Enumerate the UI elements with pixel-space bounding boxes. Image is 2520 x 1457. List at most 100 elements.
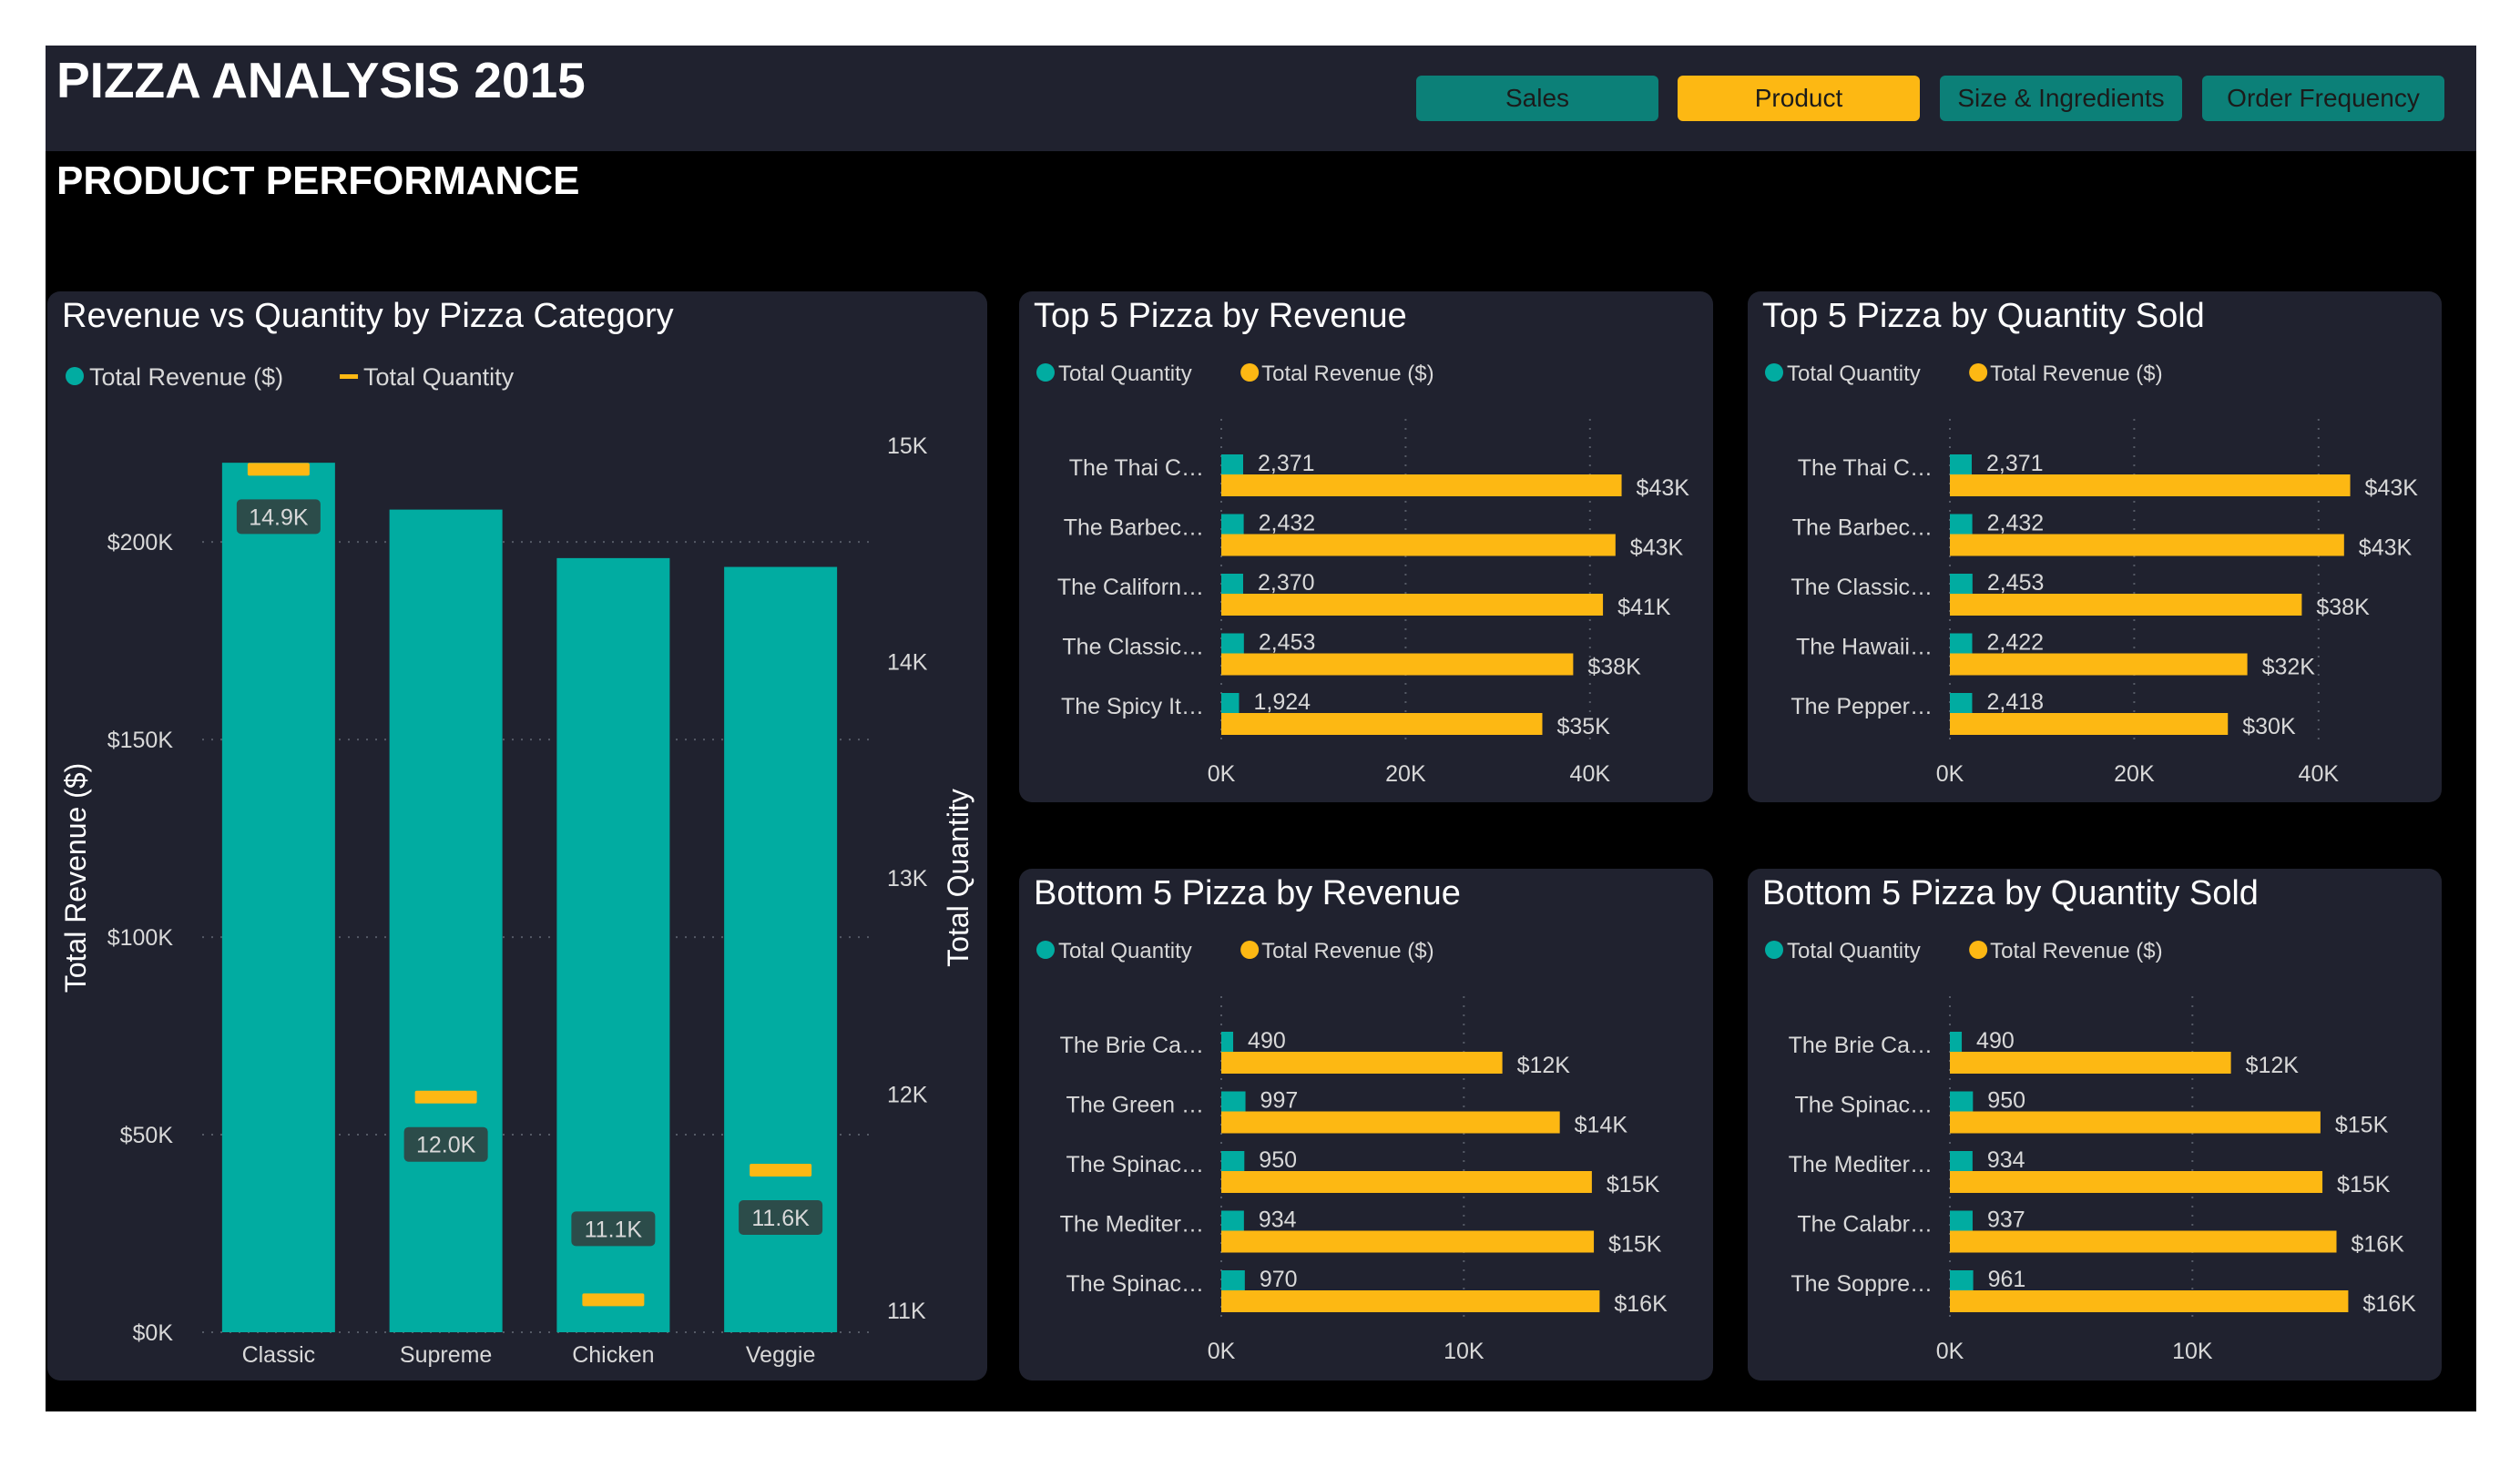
legend-revenue-label: Total Revenue ($)	[1261, 939, 1433, 963]
x-tick-label: 0K	[1936, 1339, 1964, 1364]
revenue-bar	[1221, 534, 1616, 556]
revenue-bar	[1950, 474, 2351, 496]
revenue-bar	[1950, 594, 2302, 616]
category-label: The Spinac…	[1066, 1152, 1204, 1177]
x-tick-label: 10K	[2172, 1339, 2213, 1364]
quantity-bar	[1950, 1151, 1973, 1171]
revenue-bar	[1221, 1171, 1592, 1193]
app-title: PIZZA ANALYSIS 2015	[56, 52, 586, 108]
quantity-bar	[1221, 1210, 1244, 1231]
quantity-data-label: 937	[1987, 1207, 2025, 1233]
nav-sales-button[interactable]: Sales	[1416, 76, 1658, 121]
quantity-data-label: 961	[1988, 1267, 2026, 1292]
revenue-bar	[1950, 1052, 2231, 1074]
quantity-bar	[1221, 1091, 1246, 1112]
top-revenue-chart: Total Quantity Total Revenue ($) 0K 20K 40K T…	[1036, 362, 1689, 787]
quantity-data-label: 934	[1987, 1147, 2025, 1173]
revenue-data-label: $38K	[2316, 595, 2370, 620]
y2-tick-label: 14K	[887, 649, 928, 675]
revenue-bar	[1221, 713, 1543, 735]
quantity-data-label: 2,422	[1987, 630, 2045, 656]
quantity-data-label: 12.0K	[416, 1133, 476, 1158]
quantity-data-label: 950	[1259, 1147, 1297, 1173]
y2-tick-label: 15K	[887, 433, 928, 459]
category-label: The Classic…	[1062, 635, 1204, 660]
legend-revenue-label: Total Revenue ($)	[1261, 362, 1433, 386]
quantity-data-label: 490	[1248, 1028, 1286, 1054]
x-tick-label: 20K	[1385, 761, 1426, 787]
header-bar: PIZZA ANALYSIS 2015 Sales Product Size &…	[46, 46, 2476, 151]
revenue-bar	[1221, 594, 1604, 616]
revenue-bar	[1950, 1230, 2337, 1253]
top-quantity-panel: Top 5 Pizza by Quantity Sold Total Quant…	[1748, 291, 2442, 802]
legend-quantity-label: Total Quantity	[1058, 362, 1192, 386]
x-tick-label: Chicken	[572, 1342, 654, 1368]
quantity-bar	[1950, 1091, 1974, 1112]
x-tick-label: Veggie	[746, 1342, 815, 1368]
y-tick-label: $200K	[107, 530, 174, 555]
legend-quantity-swatch	[1765, 941, 1783, 959]
revenue-data-label: $43K	[2365, 475, 2419, 501]
revenue-data-label: $12K	[1517, 1053, 1571, 1078]
y-tick-label: $100K	[107, 925, 174, 951]
quantity-data-label: 2,370	[1258, 570, 1315, 596]
legend-revenue-swatch	[1969, 941, 1988, 959]
x-tick-label: 40K	[1570, 761, 1611, 787]
x-tick-label: 0K	[1208, 761, 1236, 787]
quantity-marker	[247, 463, 310, 476]
quantity-bar	[1221, 514, 1244, 535]
quantity-bar	[1950, 574, 1973, 594]
combo-chart: Total Revenue ($) Total Quantity $0K $50K $1…	[59, 363, 974, 1368]
legend-revenue-label: Total Revenue ($)	[1990, 939, 2162, 963]
nav-order-frequency-button[interactable]: Order Frequency	[2202, 76, 2444, 121]
revenue-bar	[1221, 1290, 1600, 1312]
quantity-bar	[1221, 1270, 1245, 1290]
quantity-data-label: 2,432	[1987, 511, 2045, 536]
revenue-data-label: $41K	[1617, 595, 1671, 620]
y-axis-title: Total Revenue ($)	[59, 763, 92, 993]
legend-revenue-swatch	[1240, 941, 1260, 959]
category-label: The Barbec…	[1792, 515, 1933, 541]
revenue-bar	[1950, 713, 2229, 735]
revenue-bar	[1950, 653, 2248, 676]
y2-tick-label: 13K	[887, 866, 928, 892]
quantity-data-label: 14.9K	[249, 504, 309, 530]
category-label: The Thai C…	[1798, 455, 1933, 481]
x-tick-label: 20K	[2114, 761, 2155, 787]
quantity-data-label: 2,418	[1986, 689, 2044, 715]
legend-quantity-label: Total Quantity	[1058, 939, 1192, 963]
legend-quantity-label: Total Quantity	[1787, 362, 1921, 386]
bottom-quantity-chart: Total Quantity Total Revenue ($) 0K 10K The …	[1765, 939, 2416, 1364]
nav-product-button[interactable]: Product	[1678, 76, 1920, 121]
legend-quantity-swatch	[1036, 941, 1055, 959]
category-label: The Californ…	[1057, 575, 1204, 600]
quantity-bar	[1221, 1151, 1245, 1171]
quantity-data-label: 2,371	[1986, 451, 2044, 476]
revenue-bar	[389, 509, 503, 1332]
x-tick-label: 10K	[1444, 1339, 1484, 1364]
revenue-bar	[1950, 1290, 2349, 1312]
x-tick-label: Supreme	[400, 1342, 492, 1368]
category-label: The Soppre…	[1791, 1271, 1933, 1297]
bottom-revenue-chart: Total Quantity Total Revenue ($) 0K 10K The …	[1036, 939, 1668, 1364]
legend-revenue-label: Total Revenue ($)	[1990, 362, 2162, 386]
category-label: The Spicy It…	[1061, 694, 1204, 719]
dashboard: PIZZA ANALYSIS 2015 Sales Product Size &…	[46, 46, 2476, 1411]
quantity-bar	[1950, 1270, 1974, 1290]
x-tick-label: 0K	[1208, 1339, 1236, 1364]
nav-size-ingredients-button[interactable]: Size & Ingredients	[1940, 76, 2182, 121]
revenue-data-label: $15K	[1607, 1172, 1660, 1197]
quantity-bar	[1950, 454, 1972, 474]
bottom-quantity-panel: Bottom 5 Pizza by Quantity Sold Total Qu…	[1748, 869, 2442, 1381]
page-title: PRODUCT PERFORMANCE	[56, 158, 580, 203]
quantity-data-label: 950	[1987, 1088, 2025, 1114]
category-label: The Hawaii…	[1796, 635, 1933, 660]
quantity-bar	[1950, 1032, 1963, 1052]
quantity-data-label: 1,924	[1253, 689, 1311, 715]
combo-chart-panel: Revenue vs Quantity by Pizza Category To…	[47, 291, 987, 1381]
revenue-data-label: $12K	[2246, 1053, 2300, 1078]
revenue-data-label: $15K	[1608, 1232, 1662, 1258]
category-label: The Mediter…	[1060, 1212, 1204, 1238]
y-tick-label: $150K	[107, 728, 174, 753]
category-label: The Mediter…	[1789, 1152, 1933, 1177]
